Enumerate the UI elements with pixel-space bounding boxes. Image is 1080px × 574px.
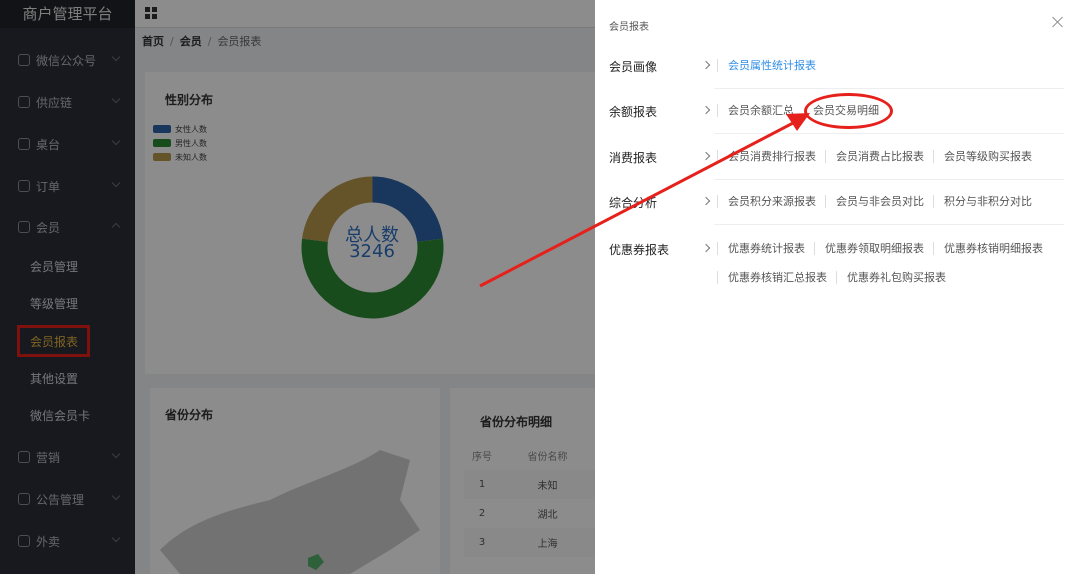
annotation-arrow xyxy=(479,113,810,288)
